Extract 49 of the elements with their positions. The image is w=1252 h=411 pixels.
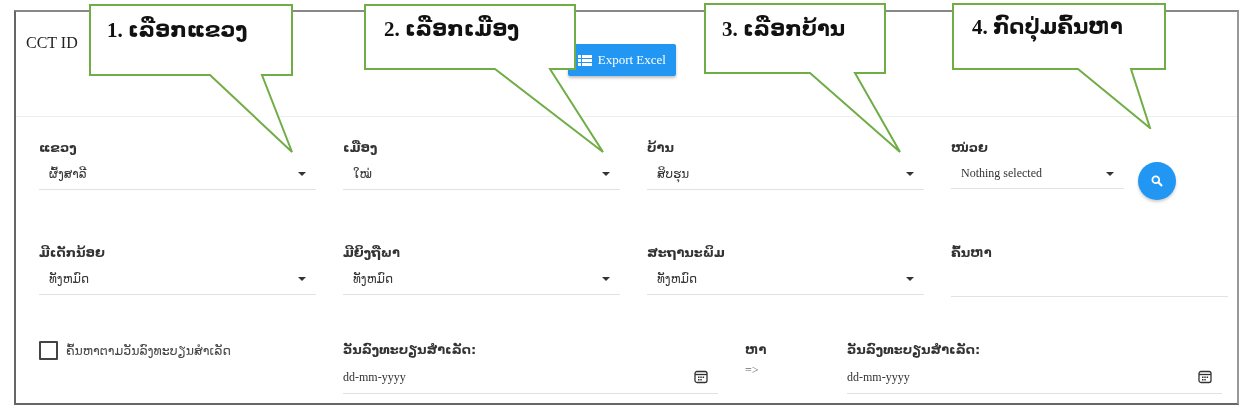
caret-icon (602, 172, 610, 176)
caret-icon (1106, 171, 1114, 176)
search-icon (1151, 175, 1163, 187)
callout-text: 1. ເລືອກແຂວງ (107, 18, 248, 43)
field-label: ມີເດັກນ້ອຍ (39, 244, 106, 262)
select-field[interactable]: ໃໝ່ (343, 159, 620, 190)
calendar-icon (694, 370, 708, 384)
callout-text: 4. ກົດປຸ່ມຄົ້ນຫາ (972, 15, 1123, 40)
select-field[interactable]: ທັງຫມົດ (343, 264, 620, 295)
select-field[interactable]: ຜົ້ງສາລີ (39, 159, 316, 190)
checkbox[interactable] (39, 341, 58, 360)
caret-icon (298, 277, 306, 281)
caret-icon (906, 172, 914, 176)
field-label: ວັນລົງທະບຽນສຳເລັດ: (343, 341, 478, 360)
select-value: ທັງຫມົດ (657, 272, 697, 286)
date-placeholder: dd-mm-yyyy (343, 369, 406, 385)
field-label: ມີຍິງຖືພາ (343, 244, 402, 262)
page-title: CCT ID (26, 34, 78, 52)
date-field[interactable]: dd-mm-yyyy (847, 361, 1222, 394)
callout-text: 2. ເລືອກເມືອງ (384, 17, 520, 42)
select-value: ສິບຮຸນ (657, 167, 690, 181)
select-field[interactable]: Nothing selected (951, 159, 1124, 189)
checkbox-label: ຄົ້ນຫາຕາມວັນລົງທະບຽນສຳເລັດ (66, 343, 231, 358)
arrow-text: => (745, 363, 760, 378)
calendar-icon (1198, 370, 1212, 384)
select-value: ທັງຫມົດ (353, 272, 393, 286)
field-label: ບ້ານ (647, 139, 675, 157)
select-field[interactable]: ທັງຫມົດ (647, 264, 924, 295)
callout-text: 3. ເລືອກບ້ານ (722, 17, 846, 42)
caret-icon (602, 277, 610, 281)
select-value: ທັງຫມົດ (49, 272, 89, 286)
date-field[interactable]: dd-mm-yyyy (343, 361, 718, 394)
field-label: ແຂວງ (39, 139, 78, 157)
field-label: ສະຖານະພິມ (647, 244, 726, 262)
date-placeholder: dd-mm-yyyy (847, 369, 910, 385)
search-button[interactable] (1138, 162, 1176, 200)
select-field[interactable]: ສິບຮຸນ (647, 159, 924, 190)
field-label: ຄົ້ນຫາ (951, 244, 993, 262)
caret-icon (298, 172, 306, 176)
select-value: Nothing selected (961, 166, 1042, 181)
caret-icon (906, 277, 914, 281)
select-value: ໃໝ່ (353, 167, 372, 181)
separator-label: ຫາ (745, 341, 768, 359)
field-label: ໜ່ວຍ (951, 139, 989, 157)
field-label: ເມືອງ (343, 139, 379, 157)
select-field[interactable]: ທັງຫມົດ (39, 264, 316, 295)
field-label: ວັນລົງທະບຽນສຳເລັດ: (847, 341, 982, 360)
select-value: ຜົ້ງສາລີ (49, 167, 87, 181)
table-icon (577, 54, 592, 66)
